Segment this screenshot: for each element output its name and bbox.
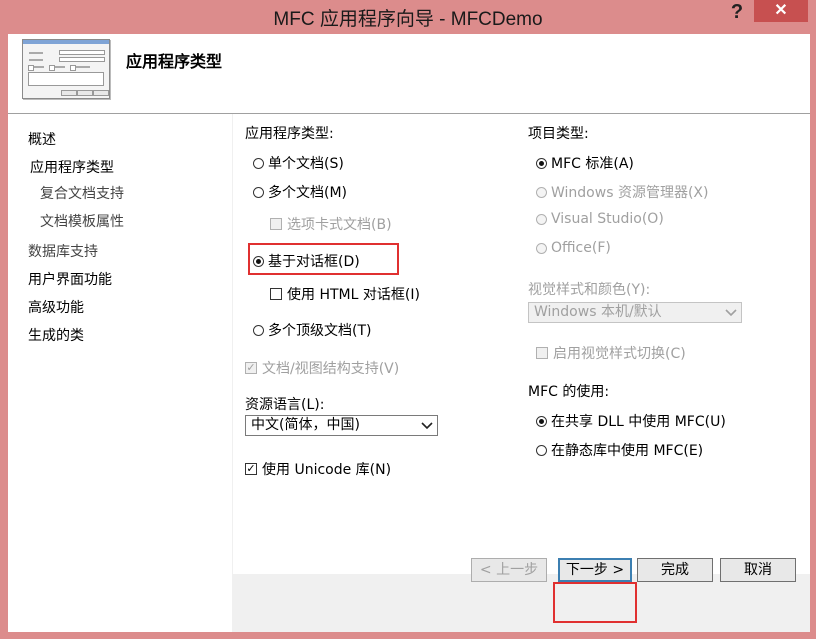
unicode-library-checkbox[interactable]: ✓ 使用 Unicode 库(N) (245, 459, 391, 479)
cancel-button[interactable]: 取消 (720, 558, 796, 582)
multiple-top-level-label: 多个顶级文档(T) (268, 323, 372, 339)
shared-dll-radio[interactable]: 在共享 DLL 中使用 MFC(U) (536, 411, 726, 431)
project-type-label: 项目类型: (528, 126, 589, 142)
radio-indicator (253, 324, 264, 336)
visual-studio-radio[interactable]: Visual Studio(O) (536, 211, 664, 227)
wizard-header: 应用程序类型 (8, 34, 810, 114)
dialog-preview-image (22, 39, 110, 99)
page-title: 应用程序类型 (126, 52, 223, 71)
single-document-radio[interactable]: 单个文档(S) (253, 153, 344, 173)
shared-dll-label: 在共享 DLL 中使用 MFC(U) (551, 414, 726, 430)
static-library-label: 在静态库中使用 MFC(E) (551, 443, 704, 459)
nav-item-application-type[interactable]: 应用程序类型 (30, 157, 114, 177)
office-radio[interactable]: Office(F) (536, 240, 611, 256)
window-title: MFC 应用程序向导 - MFCDemo (273, 9, 543, 30)
title-bar[interactable]: MFC 应用程序向导 - MFCDemo ? ✕ (0, 0, 816, 34)
checkbox-indicator-checked: ✓ (245, 361, 257, 374)
nav-item-ui-features[interactable]: 用户界面功能 (28, 269, 112, 289)
multiple-top-level-radio[interactable]: 多个顶级文档(T) (253, 320, 371, 340)
radio-indicator (536, 213, 547, 225)
wizard-window: MFC 应用程序向导 - MFCDemo ? ✕ 应用程序类型 概述 应用程序类… (0, 0, 816, 639)
visual-style-value: Windows 本机/默认 (534, 304, 662, 320)
tabbed-documents-checkbox[interactable]: 选项卡式文档(B) (270, 214, 392, 234)
chevron-down-icon (725, 309, 737, 317)
tabbed-documents-label: 选项卡式文档(B) (287, 217, 392, 233)
close-button[interactable]: ✕ (754, 0, 808, 22)
button-bar (233, 574, 810, 632)
unicode-library-label: 使用 Unicode 库(N) (262, 462, 392, 478)
nav-item-advanced-features[interactable]: 高级功能 (28, 297, 84, 317)
use-html-dialog-checkbox[interactable]: 使用 HTML 对话框(I) (270, 284, 420, 304)
mfc-standard-radio[interactable]: MFC 标准(A) (536, 153, 634, 173)
doc-view-support-checkbox[interactable]: ✓ 文档/视图结构支持(V) (245, 358, 399, 378)
radio-indicator (536, 186, 547, 198)
wizard-nav: 概述 应用程序类型 复合文档支持 文档模板属性 数据库支持 用户界面功能 高级功… (8, 114, 232, 632)
radio-indicator (253, 186, 264, 198)
chevron-down-icon (421, 422, 433, 430)
nav-item-database-support[interactable]: 数据库支持 (28, 241, 98, 261)
wizard-client-area: 应用程序类型 概述 应用程序类型 复合文档支持 文档模板属性 数据库支持 用户界… (8, 34, 810, 632)
finish-button[interactable]: 完成 (637, 558, 713, 582)
checkbox-indicator-checked: ✓ (245, 462, 257, 475)
static-library-radio[interactable]: 在静态库中使用 MFC(E) (536, 440, 703, 460)
mfc-use-label: MFC 的使用: (528, 384, 610, 400)
radio-indicator-selected (536, 157, 547, 169)
nav-item-overview[interactable]: 概述 (28, 129, 56, 149)
office-label: Office(F) (551, 240, 611, 256)
next-button[interactable]: 下一步 > (558, 558, 632, 582)
windows-explorer-radio[interactable]: Windows 资源管理器(X) (536, 182, 708, 202)
dialog-based-highlight (248, 243, 399, 275)
visual-style-label: 视觉样式和颜色(Y): (528, 282, 651, 298)
multiple-documents-radio[interactable]: 多个文档(M) (253, 182, 347, 202)
visual-style-switching-checkbox[interactable]: 启用视觉样式切换(C) (536, 343, 686, 363)
checkbox-indicator (270, 288, 282, 300)
checkbox-indicator (536, 347, 548, 359)
previous-button[interactable]: < 上一步 (471, 558, 547, 582)
help-button[interactable]: ? (726, 0, 748, 26)
nav-item-compound-document[interactable]: 复合文档支持 (40, 183, 124, 203)
visual-style-switching-label: 启用视觉样式切换(C) (553, 346, 686, 362)
nav-item-generated-classes[interactable]: 生成的类 (28, 325, 84, 345)
visual-studio-label: Visual Studio(O) (551, 211, 664, 227)
windows-explorer-label: Windows 资源管理器(X) (551, 185, 709, 201)
single-document-label: 单个文档(S) (268, 156, 344, 172)
resource-language-select[interactable]: 中文(简体，中国) (245, 415, 438, 436)
multiple-documents-label: 多个文档(M) (268, 185, 348, 201)
doc-view-support-label: 文档/视图结构支持(V) (262, 361, 400, 377)
radio-indicator (536, 444, 547, 456)
radio-indicator (253, 157, 264, 169)
radio-indicator-selected (536, 415, 547, 427)
use-html-dialog-label: 使用 HTML 对话框(I) (287, 287, 420, 303)
resource-language-label: 资源语言(L): (245, 397, 325, 413)
resource-language-value: 中文(简体，中国) (251, 417, 360, 433)
next-button-highlight (553, 582, 637, 623)
app-type-label: 应用程序类型: (245, 126, 334, 142)
nav-item-document-template[interactable]: 文档模板属性 (40, 211, 124, 231)
mfc-standard-label: MFC 标准(A) (551, 156, 634, 172)
visual-style-select[interactable]: Windows 本机/默认 (528, 302, 742, 323)
checkbox-indicator (270, 218, 282, 230)
radio-indicator (536, 242, 547, 254)
